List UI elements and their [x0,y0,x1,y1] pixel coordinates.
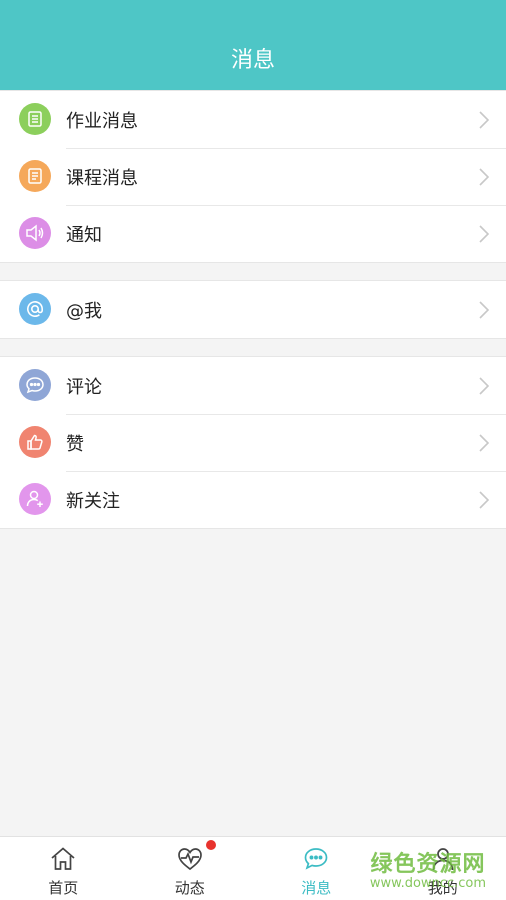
tab-me[interactable]: 我的 [380,837,506,900]
header: 消息 [0,0,506,90]
chevron-right-icon [479,434,490,452]
row-label: 通知 [66,224,102,246]
row-label: 课程消息 [66,167,138,189]
course-document-icon [19,160,51,192]
page-title: 消息 [230,48,275,73]
row-homework-messages[interactable]: 作业消息 [0,91,506,148]
homework-list-icon [19,103,51,135]
user-icon [432,848,454,871]
notification-badge [205,840,216,850]
tab-messages[interactable]: 消息 [253,837,380,900]
row-mentions[interactable]: @我 [0,281,506,338]
comment-icon [19,369,51,401]
row-label: 赞 [66,433,84,455]
row-label: 作业消息 [66,110,138,132]
heartbeat-icon [177,848,202,871]
chevron-right-icon [479,225,490,243]
at-icon [19,293,51,325]
chevron-right-icon [479,377,490,395]
chevron-right-icon [479,111,490,129]
tab-label: 消息 [301,879,332,897]
message-group-3: 评论 赞 新关注 [0,356,506,529]
row-label: @我 [66,300,102,322]
home-icon [51,847,75,870]
row-course-messages[interactable]: 课程消息 [0,148,506,205]
speaker-icon [19,217,51,249]
row-new-followers[interactable]: 新关注 [0,471,506,528]
row-notifications[interactable]: 通知 [0,205,506,262]
tab-label: 首页 [48,879,79,897]
row-label: 新关注 [66,490,120,512]
chevron-right-icon [479,168,490,186]
thumbs-up-icon [19,426,51,458]
bottom-tab-bar: 首页 动态 消息 我的 [0,836,506,900]
tab-label: 我的 [427,879,458,897]
message-group-2: @我 [0,280,506,339]
row-likes[interactable]: 赞 [0,414,506,471]
chevron-right-icon [479,491,490,509]
tab-activity[interactable]: 动态 [127,837,254,900]
add-user-icon [19,483,51,515]
row-label: 评论 [66,376,102,398]
chevron-right-icon [479,301,490,319]
message-group-1: 作业消息 课程消息 通知 [0,90,506,263]
row-comments[interactable]: 评论 [0,357,506,414]
tab-label: 动态 [174,879,205,897]
chat-bubble-icon [304,848,328,870]
tab-home[interactable]: 首页 [0,837,127,900]
